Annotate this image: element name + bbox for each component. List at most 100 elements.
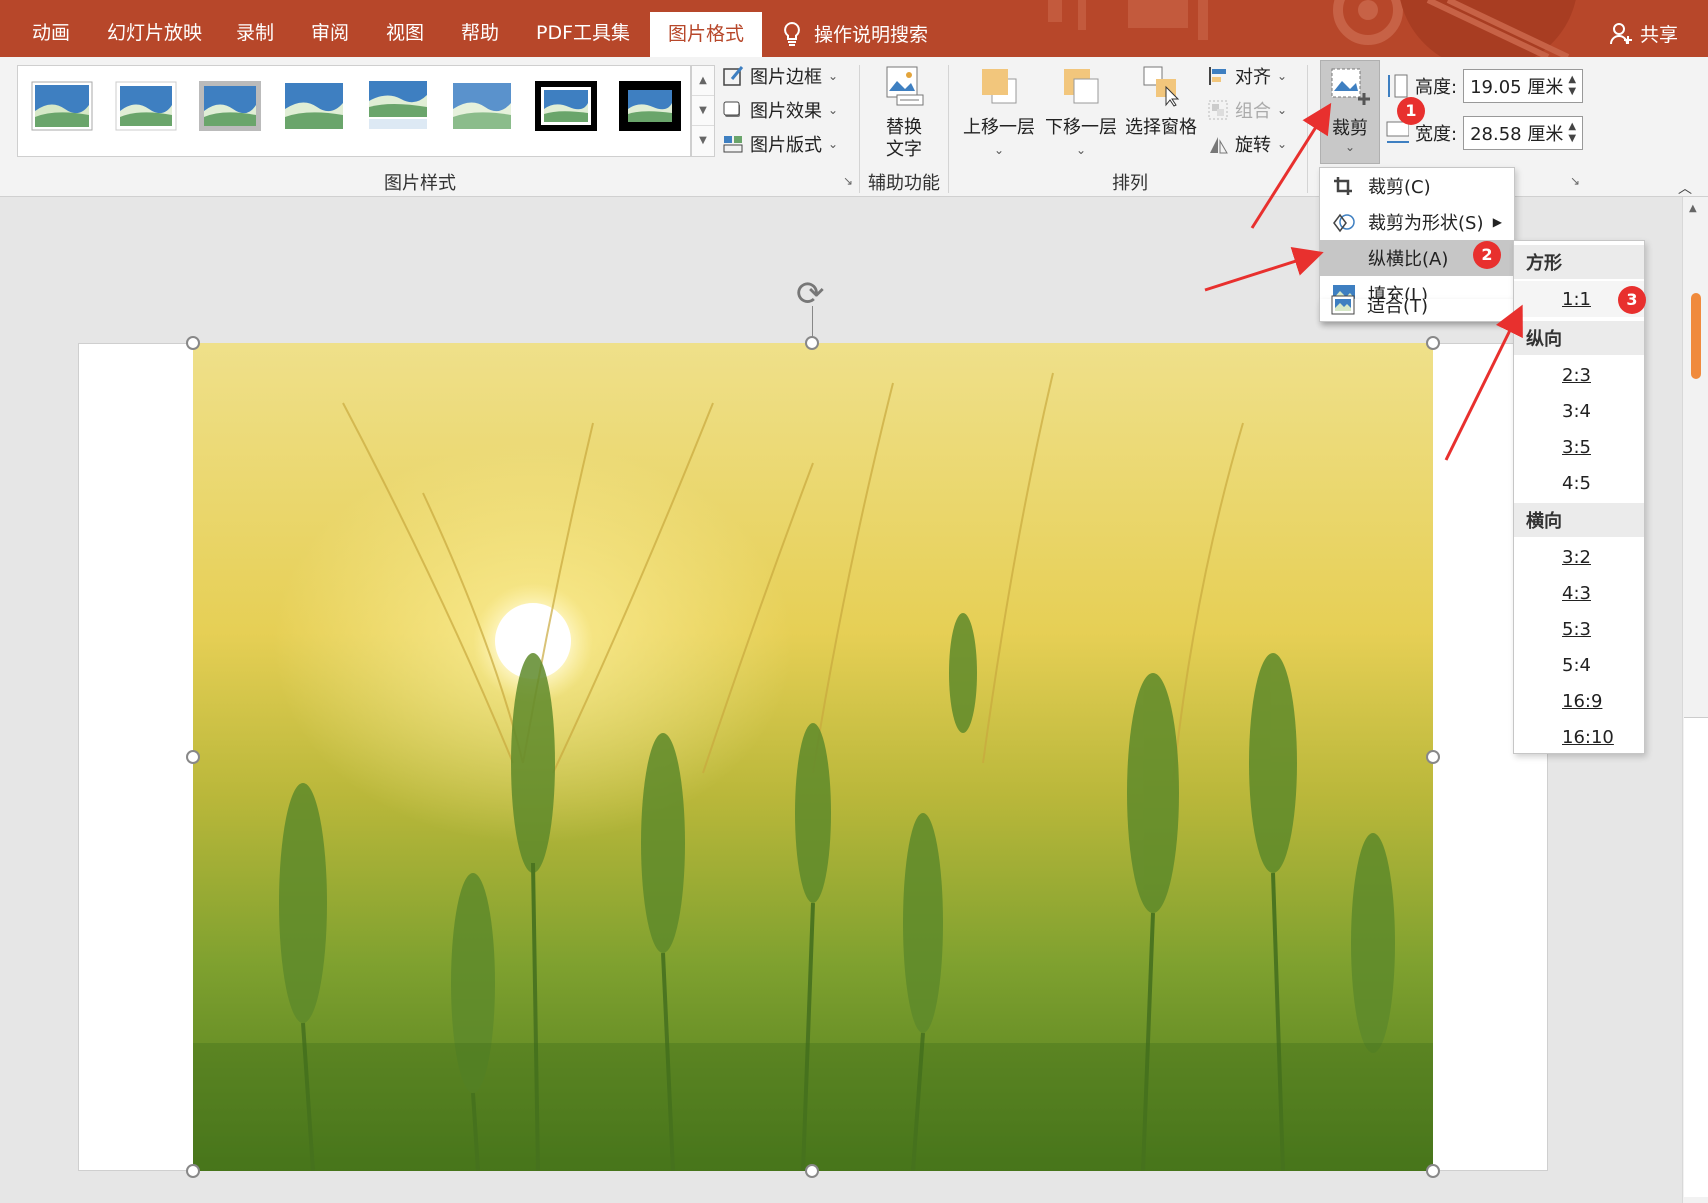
selection-pane-button[interactable]: 选择窗格 bbox=[1123, 65, 1199, 139]
height-input[interactable]: 19.05 厘米 ▲ ▼ bbox=[1463, 69, 1584, 103]
vertical-scrollbar[interactable]: ▲ bbox=[1682, 197, 1708, 1203]
resize-handle-top-right[interactable] bbox=[1426, 336, 1440, 350]
gallery-more-icon[interactable]: ▼ bbox=[692, 126, 714, 156]
alt-text-button[interactable]: 替换 文字 bbox=[874, 65, 934, 161]
style-thumb-4[interactable] bbox=[283, 81, 345, 131]
rotate-objects-icon bbox=[1210, 137, 1228, 154]
step-badge-1: 1 bbox=[1397, 97, 1425, 125]
crop-icon bbox=[1334, 177, 1352, 195]
style-thumb-7[interactable] bbox=[535, 81, 597, 131]
crop-menu-item[interactable]: 裁剪(C) bbox=[1320, 168, 1514, 204]
crop-button[interactable]: 裁剪 ⌄ bbox=[1320, 60, 1380, 164]
tab-view[interactable]: 视图 bbox=[386, 0, 424, 57]
style-thumb-3[interactable] bbox=[199, 81, 261, 131]
scroll-thumb[interactable] bbox=[1691, 293, 1701, 379]
tab-slideshow[interactable]: 幻灯片放映 bbox=[107, 0, 202, 57]
collapse-ribbon-icon[interactable]: ︿ bbox=[1678, 178, 1692, 198]
rotate-handle-icon[interactable]: ⟳ bbox=[796, 274, 825, 314]
alt-text-label-1: 替换 bbox=[886, 117, 922, 138]
title-bar-decoration bbox=[1048, 0, 1576, 57]
aspect-2-3[interactable]: 2:3 bbox=[1514, 357, 1644, 393]
align-label: 对齐 bbox=[1235, 67, 1271, 88]
group-label: 组合 bbox=[1235, 101, 1271, 122]
arrange-group-label: 排列 bbox=[1112, 173, 1148, 194]
dialog-launcher-icon[interactable]: ↘ bbox=[843, 174, 853, 188]
aspect-3-5[interactable]: 3:5 bbox=[1514, 429, 1644, 465]
gallery-down-icon[interactable]: ▼ bbox=[692, 96, 714, 126]
aspect-label: 1:1 bbox=[1562, 288, 1591, 310]
align-button[interactable]: 对齐 ⌄ bbox=[1207, 63, 1287, 89]
fit-menu-item[interactable]: 适合(T) bbox=[1319, 287, 1515, 323]
chevron-down-icon: ⌄ bbox=[1344, 140, 1356, 154]
fit-label: 适合(T) bbox=[1367, 296, 1429, 317]
aspect-label: 4:3 bbox=[1562, 582, 1591, 604]
tab-pdf-tools[interactable]: PDF工具集 bbox=[536, 0, 630, 57]
crop-to-shape-menu-item[interactable]: 裁剪为形状(S) ▶ bbox=[1320, 204, 1514, 240]
bring-forward-button[interactable]: 上移一层 ⌄ bbox=[961, 65, 1037, 161]
aspect-5-3[interactable]: 5:3 bbox=[1514, 611, 1644, 647]
resize-handle-top[interactable] bbox=[805, 336, 819, 350]
resize-handle-bottom[interactable] bbox=[805, 1164, 819, 1178]
scroll-up-icon[interactable]: ▲ bbox=[1689, 203, 1697, 214]
gallery-scroll[interactable]: ▲ ▼ ▼ bbox=[691, 65, 715, 157]
aspect-label: 3:4 bbox=[1562, 400, 1591, 422]
wheat-field-photo[interactable] bbox=[193, 343, 1433, 1171]
resize-handle-bottom-left[interactable] bbox=[186, 1164, 200, 1178]
aspect-label: 16:9 bbox=[1562, 690, 1603, 712]
tab-picture-format[interactable]: 图片格式 bbox=[650, 12, 763, 57]
tab-animations[interactable]: 动画 bbox=[32, 0, 70, 57]
chevron-down-icon: ⌄ bbox=[1277, 69, 1288, 83]
style-thumb-1[interactable] bbox=[31, 81, 93, 131]
size-dialog-launcher-icon[interactable]: ↘ bbox=[1570, 174, 1580, 188]
picture-effects-button[interactable]: 图片效果 ⌄ bbox=[722, 97, 838, 123]
tell-me-search[interactable]: 操作说明搜索 bbox=[782, 0, 928, 57]
height-spinner[interactable]: ▲ ▼ bbox=[1568, 74, 1576, 98]
style-thumb-8[interactable] bbox=[619, 81, 681, 131]
style-thumb-5[interactable] bbox=[367, 81, 429, 131]
send-backward-button[interactable]: 下移一层 ⌄ bbox=[1043, 65, 1119, 161]
width-input[interactable]: 28.58 厘米 ▲ ▼ bbox=[1463, 116, 1584, 150]
group-button[interactable]: 组合 ⌄ bbox=[1207, 97, 1287, 123]
aspect-label: 4:5 bbox=[1562, 472, 1591, 494]
fit-icon bbox=[1331, 295, 1355, 315]
picture-layout-label: 图片版式 bbox=[750, 135, 822, 156]
bring-forward-icon bbox=[982, 69, 1017, 104]
square-header: 方形 bbox=[1514, 245, 1644, 279]
aspect-5-4[interactable]: 5:4 bbox=[1514, 647, 1644, 683]
resize-handle-bottom-right[interactable] bbox=[1426, 1164, 1440, 1178]
shape-crop-icon bbox=[1333, 213, 1355, 233]
tab-record[interactable]: 录制 bbox=[236, 0, 274, 57]
aspect-label: 5:3 bbox=[1562, 618, 1591, 640]
picture-border-icon bbox=[723, 66, 744, 86]
aspect-4-3[interactable]: 4:3 bbox=[1514, 575, 1644, 611]
picture-border-button[interactable]: 图片边框 ⌄ bbox=[722, 63, 838, 89]
share-button[interactable]: 共享 bbox=[1609, 20, 1678, 47]
aspect-4-5[interactable]: 4:5 bbox=[1514, 465, 1644, 501]
chevron-down-icon: ⌄ bbox=[1075, 143, 1087, 157]
aspect-16-9[interactable]: 16:9 bbox=[1514, 683, 1644, 719]
chevron-down-icon: ⌄ bbox=[828, 69, 839, 83]
resize-handle-top-left[interactable] bbox=[186, 336, 200, 350]
resize-handle-right[interactable] bbox=[1426, 750, 1440, 764]
style-thumb-6[interactable] bbox=[451, 81, 513, 131]
tell-me-label: 操作说明搜索 bbox=[814, 24, 929, 46]
scroll-track bbox=[1684, 717, 1708, 1197]
step-badge-2: 2 bbox=[1473, 241, 1501, 269]
ribbon-tab-bar: 动画 幻灯片放映 录制 审阅 视图 帮助 PDF工具集 图片格式 操作说明搜索 … bbox=[0, 0, 1708, 57]
height-value: 19.05 厘米 bbox=[1470, 77, 1564, 98]
picture-effects-label: 图片效果 bbox=[750, 101, 822, 122]
selection-pane-icon bbox=[1143, 66, 1180, 107]
align-icon bbox=[1209, 67, 1226, 85]
resize-handle-left[interactable] bbox=[186, 750, 200, 764]
aspect-3-2[interactable]: 3:2 bbox=[1514, 539, 1644, 575]
style-thumb-2[interactable] bbox=[115, 81, 177, 131]
gallery-up-icon[interactable]: ▲ bbox=[692, 66, 714, 96]
width-spinner[interactable]: ▲ ▼ bbox=[1568, 121, 1576, 145]
aspect-3-4[interactable]: 3:4 bbox=[1514, 393, 1644, 429]
tab-review[interactable]: 审阅 bbox=[311, 0, 349, 57]
picture-layout-button[interactable]: 图片版式 ⌄ bbox=[722, 131, 838, 157]
aspect-label: 16:10 bbox=[1562, 726, 1614, 748]
aspect-16-10[interactable]: 16:10 bbox=[1514, 719, 1644, 755]
rotate-button[interactable]: 旋转 ⌄ bbox=[1207, 131, 1287, 157]
tab-help[interactable]: 帮助 bbox=[461, 0, 499, 57]
